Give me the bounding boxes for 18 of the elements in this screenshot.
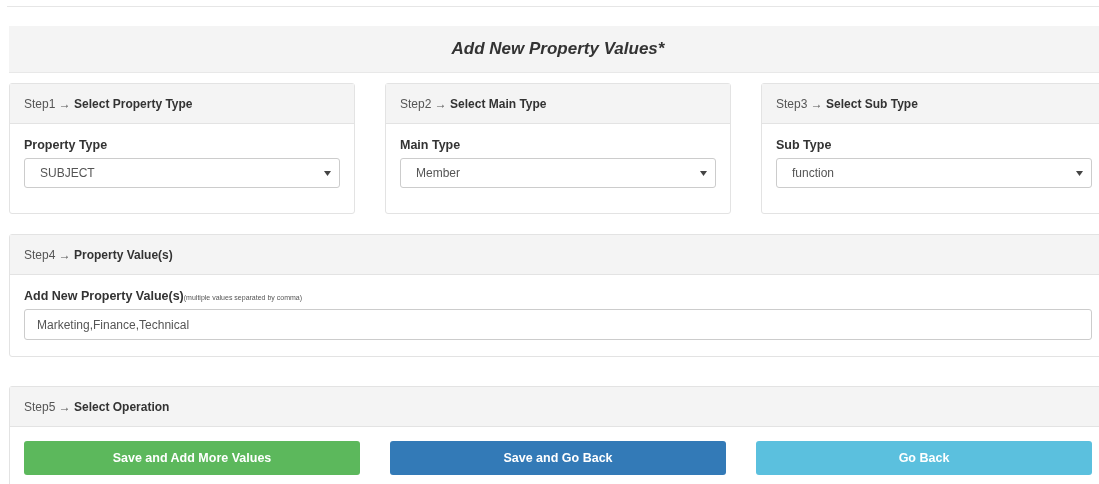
field-label: Add New Property Value(s) — [24, 289, 184, 303]
dropdown[interactable]: Member — [400, 158, 716, 188]
input-field[interactable]: Marketing,Finance,Technical — [24, 309, 1092, 340]
action-button[interactable]: Save and Go Back — [390, 441, 726, 475]
caret-icon — [324, 170, 331, 176]
panel-heading: Step1 → Select Property Type — [24, 96, 193, 111]
panel-heading: Step4 → Property Value(s) — [24, 247, 173, 262]
page-title: Add New Property Values* — [451, 39, 665, 59]
panel-heading: Step2 → Select Main Type — [400, 96, 547, 111]
field-label: Sub Type — [776, 138, 833, 152]
dropdown[interactable]: function — [776, 158, 1092, 188]
panel-heading: Step5 → Select Operation — [24, 399, 170, 414]
panel-heading: Step3 → Select Sub Type — [776, 96, 918, 111]
dropdown[interactable]: SUBJECT — [24, 158, 340, 188]
field-label: Property Type — [24, 138, 109, 152]
caret-icon — [1076, 170, 1083, 176]
caret-icon — [700, 170, 707, 176]
field-label: Main Type — [400, 138, 462, 152]
